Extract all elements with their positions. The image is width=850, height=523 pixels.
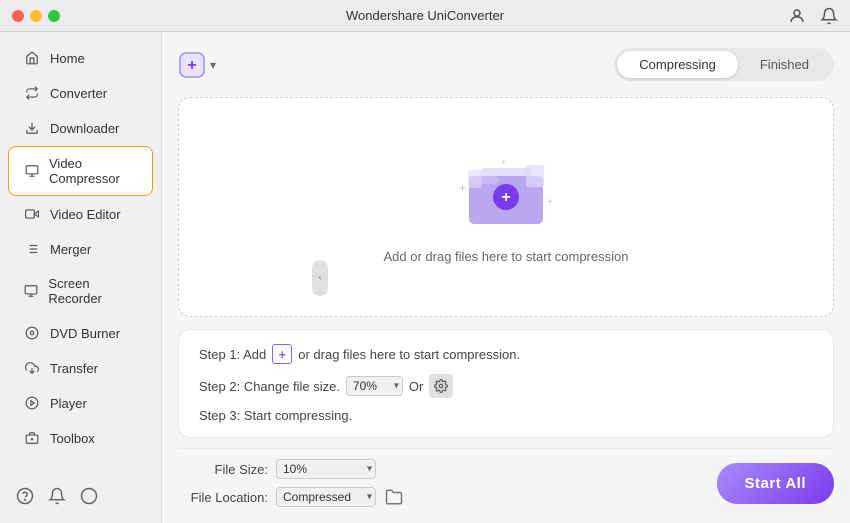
video-compressor-label: Video Compressor	[49, 156, 136, 186]
toolbox-label: Toolbox	[50, 431, 95, 446]
step3-label: Step 3: Start compressing.	[199, 408, 352, 423]
sidebar-collapse-button[interactable]: ‹	[312, 260, 328, 296]
step1-label: Step 1: Add	[199, 347, 266, 362]
step2-label: Step 2: Change file size.	[199, 379, 340, 394]
converter-icon	[24, 85, 40, 101]
minimize-button[interactable]	[30, 10, 42, 22]
window-title: Wondershare UniConverter	[346, 8, 504, 23]
video-compressor-icon	[25, 163, 39, 179]
svg-text:+: +	[501, 189, 510, 206]
drop-zone[interactable]: + + + + Add or drag files here to start …	[178, 97, 834, 317]
title-bar-icons	[788, 7, 838, 25]
sidebar-item-home[interactable]: Home	[8, 41, 153, 75]
sidebar-item-transfer[interactable]: Transfer	[8, 351, 153, 385]
merger-label: Merger	[50, 242, 91, 257]
add-files-button[interactable]: +	[178, 51, 206, 79]
main-content: + ▾ Compressing Finished	[162, 32, 850, 523]
browse-folder-icon[interactable]	[384, 487, 404, 507]
folder-illustration: + + + +	[451, 150, 561, 235]
step2-size-select-wrap: 10%20%30%40% 50%60%70%80% 90%100%	[346, 376, 403, 396]
folder-icon-area: + + + +	[451, 150, 561, 235]
sidebar-item-converter[interactable]: Converter	[8, 76, 153, 110]
feedback-icon[interactable]	[80, 487, 98, 505]
svg-text:+: +	[459, 181, 466, 195]
file-size-row: File Size: 10%20%30%40% 50%60%70%80% 90%…	[178, 459, 404, 479]
sidebar-bottom	[0, 477, 161, 515]
tab-finished[interactable]: Finished	[738, 51, 831, 78]
converter-label: Converter	[50, 86, 107, 101]
step2-or-label: Or	[409, 379, 423, 394]
app-body: Home Converter Downloader Video Compressor V…	[0, 32, 850, 523]
sidebar-item-video-compressor[interactable]: Video Compressor	[8, 146, 153, 196]
step2-settings-icon[interactable]	[429, 374, 453, 398]
file-location-row: File Location: Compressed	[178, 487, 404, 507]
downloader-label: Downloader	[50, 121, 119, 136]
transfer-label: Transfer	[50, 361, 98, 376]
tab-compressing[interactable]: Compressing	[617, 51, 738, 78]
merger-icon	[24, 241, 40, 257]
maximize-button[interactable]	[48, 10, 60, 22]
toolbox-icon	[24, 430, 40, 446]
home-label: Home	[50, 51, 85, 66]
sidebar: Home Converter Downloader Video Compressor V…	[0, 32, 162, 523]
file-location-select-wrap: Compressed	[276, 487, 376, 507]
instructions-panel: Step 1: Add + or drag files here to star…	[178, 329, 834, 438]
svg-text:+: +	[547, 197, 553, 208]
bottom-fields: File Size: 10%20%30%40% 50%60%70%80% 90%…	[178, 459, 404, 507]
sidebar-item-toolbox[interactable]: Toolbox	[8, 421, 153, 455]
dvd-burner-label: DVD Burner	[50, 326, 120, 341]
bell-icon[interactable]	[48, 487, 66, 505]
svg-text:+: +	[501, 157, 506, 167]
start-all-button[interactable]: Start All	[717, 463, 834, 504]
dvd-burner-icon	[24, 325, 40, 341]
sidebar-item-merger[interactable]: Merger	[8, 232, 153, 266]
notification-icon[interactable]	[820, 7, 838, 25]
step2-size-select[interactable]: 10%20%30%40% 50%60%70%80% 90%100%	[346, 376, 403, 396]
transfer-icon	[24, 360, 40, 376]
screen-recorder-icon	[24, 283, 38, 299]
sidebar-item-screen-recorder[interactable]: Screen Recorder	[8, 267, 153, 315]
player-label: Player	[50, 396, 87, 411]
step1-add-icon[interactable]: +	[272, 344, 292, 364]
file-size-label: File Size:	[178, 462, 268, 477]
sidebar-item-downloader[interactable]: Downloader	[8, 111, 153, 145]
traffic-lights	[12, 10, 60, 22]
user-icon[interactable]	[788, 7, 806, 25]
step2-row: Step 2: Change file size. 10%20%30%40% 5…	[199, 374, 813, 398]
sidebar-item-dvd-burner[interactable]: DVD Burner	[8, 316, 153, 350]
add-files-chevron: ▾	[210, 58, 216, 72]
file-size-select-wrap: 10%20%30%40% 50%60%70%80% 90%100%	[276, 459, 376, 479]
sidebar-item-video-editor[interactable]: Video Editor	[8, 197, 153, 231]
file-location-select[interactable]: Compressed	[276, 487, 376, 507]
player-icon	[24, 395, 40, 411]
title-bar: Wondershare UniConverter	[0, 0, 850, 32]
help-icon[interactable]	[16, 487, 34, 505]
downloader-icon	[24, 120, 40, 136]
sidebar-item-player[interactable]: Player	[8, 386, 153, 420]
step1-row: Step 1: Add + or drag files here to star…	[199, 344, 813, 364]
top-bar: + ▾ Compressing Finished	[178, 48, 834, 81]
bottom-bar: File Size: 10%20%30%40% 50%60%70%80% 90%…	[178, 448, 834, 507]
file-location-label: File Location:	[178, 490, 268, 505]
svg-text:+: +	[187, 57, 196, 74]
video-editor-label: Video Editor	[50, 207, 121, 222]
file-size-select[interactable]: 10%20%30%40% 50%60%70%80% 90%100%	[276, 459, 376, 479]
tabs: Compressing Finished	[614, 48, 834, 81]
step1-suffix: or drag files here to start compression.	[298, 347, 520, 362]
step3-row: Step 3: Start compressing.	[199, 408, 813, 423]
drop-zone-text: Add or drag files here to start compress…	[384, 249, 629, 264]
close-button[interactable]	[12, 10, 24, 22]
home-icon	[24, 50, 40, 66]
video-editor-icon	[24, 206, 40, 222]
screen-recorder-label: Screen Recorder	[48, 276, 137, 306]
